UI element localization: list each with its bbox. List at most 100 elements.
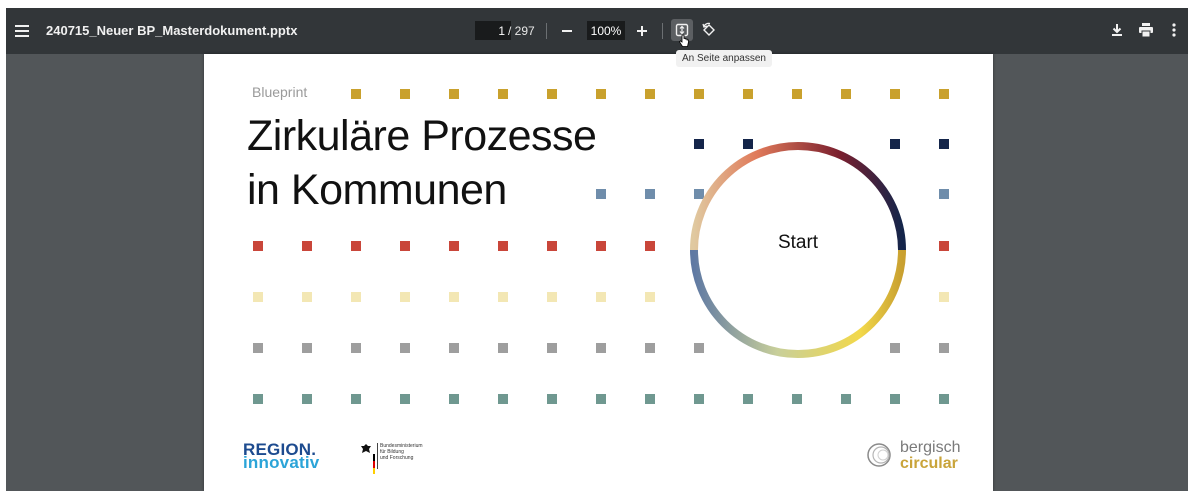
decor-square — [449, 343, 459, 353]
ring-bottom-arc — [690, 249, 906, 358]
decor-square — [498, 89, 508, 99]
menu-button[interactable] — [10, 19, 34, 43]
decor-square — [498, 343, 508, 353]
bmbf-text-line: und Forschung — [380, 455, 414, 461]
decor-square — [694, 343, 704, 353]
decor-square — [743, 394, 753, 404]
toolbar-divider — [662, 23, 663, 39]
decor-square — [596, 89, 606, 99]
decor-square — [449, 394, 459, 404]
decor-square — [841, 89, 851, 99]
menu-icon — [15, 25, 29, 37]
decor-square — [694, 139, 704, 149]
decor-square — [400, 343, 410, 353]
decor-square — [645, 241, 655, 251]
decor-square — [890, 139, 900, 149]
slide-title-line2: in Kommunen — [247, 166, 507, 214]
bergisch-circular-logo-icon — [867, 443, 891, 467]
decor-square — [596, 343, 606, 353]
slide-title-line1: Zirkuläre Prozesse — [247, 112, 597, 160]
rotate-icon — [702, 22, 715, 36]
decor-square — [792, 394, 802, 404]
decor-square — [351, 292, 361, 302]
download-button[interactable] — [1106, 19, 1128, 41]
decor-square — [596, 292, 606, 302]
decor-square — [302, 292, 312, 302]
decor-square — [645, 189, 655, 199]
decor-square — [841, 394, 851, 404]
decor-square — [253, 343, 263, 353]
decor-square — [449, 89, 459, 99]
decor-square — [547, 292, 557, 302]
decor-square — [743, 139, 753, 149]
zoom-in-button[interactable] — [631, 19, 653, 43]
decor-square — [302, 394, 312, 404]
decor-square — [498, 241, 508, 251]
region-innovativ-logo: REGION. innovativ — [243, 441, 320, 472]
logo-text-circular: circular — [900, 455, 958, 472]
decor-square — [939, 241, 949, 251]
zoom-out-icon — [562, 30, 572, 32]
bmbf-text: Bundesministerium für Bildung und Forsch… — [380, 443, 440, 461]
more-vert-icon — [1172, 23, 1176, 37]
bmbf-divider — [377, 443, 378, 469]
decor-square — [939, 89, 949, 99]
decor-square — [939, 292, 949, 302]
decor-square — [302, 241, 312, 251]
zoom-input[interactable] — [587, 21, 625, 40]
start-label: Start — [777, 232, 819, 253]
toolbar-divider — [546, 23, 547, 39]
pdf-viewer: 240715_Neuer BP_Masterdokument.pptx / 29… — [6, 8, 1188, 491]
slide-label: Blueprint — [252, 84, 308, 100]
page-number-input[interactable] — [475, 21, 511, 40]
decor-square — [939, 189, 949, 199]
decor-square — [351, 89, 361, 99]
decor-square — [645, 343, 655, 353]
decor-square — [449, 241, 459, 251]
decor-square — [645, 394, 655, 404]
decor-square — [694, 394, 704, 404]
decor-square — [400, 89, 410, 99]
decor-square — [351, 343, 361, 353]
decor-square — [694, 89, 704, 99]
decor-square — [547, 394, 557, 404]
decor-square — [694, 189, 704, 199]
decor-square — [645, 292, 655, 302]
decor-square — [645, 89, 655, 99]
decor-square — [939, 139, 949, 149]
zoom-in-icon — [637, 26, 647, 36]
toolbar: 240715_Neuer BP_Masterdokument.pptx / 29… — [6, 8, 1188, 54]
decor-square — [400, 394, 410, 404]
decor-square — [547, 241, 557, 251]
decor-square — [400, 241, 410, 251]
decor-square — [253, 394, 263, 404]
slide-page: Blueprint Zirkuläre Prozesse in Kommunen… — [204, 54, 993, 491]
logo-text-innovativ: innovativ — [243, 453, 320, 472]
hand-cursor-icon — [678, 34, 689, 47]
federal-eagle-icon — [361, 444, 371, 453]
decor-square — [400, 292, 410, 302]
german-flag-stripe — [373, 454, 375, 474]
decor-square — [351, 394, 361, 404]
decor-square — [596, 394, 606, 404]
decor-square — [890, 343, 900, 353]
decor-square — [890, 89, 900, 99]
print-icon — [1139, 23, 1153, 37]
decor-square — [792, 89, 802, 99]
decor-square — [890, 394, 900, 404]
page-total: / 297 — [508, 24, 535, 38]
decor-square — [253, 292, 263, 302]
decor-square — [939, 394, 949, 404]
download-icon — [1112, 24, 1122, 36]
decor-square — [253, 241, 263, 251]
decor-square — [449, 292, 459, 302]
decor-square — [547, 343, 557, 353]
decor-square — [547, 89, 557, 99]
decor-square — [498, 292, 508, 302]
more-options-button[interactable] — [1166, 19, 1182, 41]
fit-page-tooltip: An Seite anpassen — [676, 50, 772, 67]
zoom-out-button[interactable] — [556, 19, 578, 43]
print-button[interactable] — [1135, 19, 1157, 41]
decor-square — [743, 89, 753, 99]
rotate-button[interactable] — [698, 19, 720, 41]
